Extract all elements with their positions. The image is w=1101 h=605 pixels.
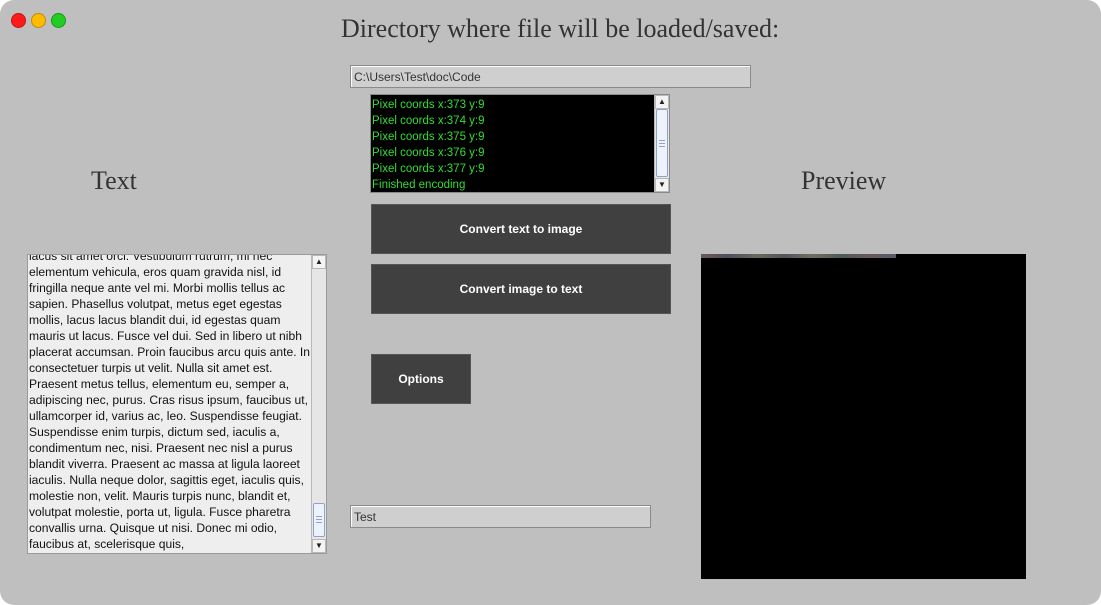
preview-heading: Preview [801,166,887,195]
console-scrollbar[interactable]: ▲ ▼ [654,95,669,192]
scroll-down-arrow-icon[interactable]: ▼ [655,178,669,192]
console-line: Pixel coords x:374 y:9 [372,115,485,127]
grip-line [659,140,665,141]
console-log[interactable]: Pixel coords x:373 y:9 Pixel coords x:37… [370,94,670,193]
console-line: Pixel coords x:377 y:9 [372,163,485,175]
options-button[interactable]: Options [371,354,471,404]
scroll-up-arrow-icon[interactable]: ▲ [312,255,326,269]
console-line: Finished encoding [372,179,466,191]
text-scroll-thumb[interactable] [313,503,325,537]
close-window-icon[interactable] [11,13,26,28]
text-scrollbar[interactable]: ▲ ▼ [311,255,326,553]
directory-path-field[interactable] [350,65,751,88]
text-input-area[interactable]: lacus sit amet orci. Vestibulum rutrum, … [27,254,327,554]
console-lines: Pixel coords x:373 y:9 Pixel coords x:37… [372,97,653,192]
encoded-pixels [701,254,896,258]
zoom-window-icon[interactable] [51,13,66,28]
directory-label: Directory where file will be loaded/save… [341,14,780,43]
console-line: Pixel coords x:373 y:9 [372,99,485,111]
console-line: Pixel coords x:375 y:9 [372,131,485,143]
text-heading: Text [91,166,137,195]
console-scroll-thumb[interactable] [656,109,668,177]
convert-text-to-image-button[interactable]: Convert text to image [371,204,671,254]
text-content: lacus sit amet orci. Vestibulum rutrum, … [29,254,310,551]
grip-line [659,143,665,144]
grip-line [316,516,322,517]
scroll-down-arrow-icon[interactable]: ▼ [312,539,326,553]
grip-line [659,146,665,147]
grip-line [316,522,322,523]
console-line: Pixel coords x:376 y:9 [372,147,485,159]
grip-line [316,519,322,520]
app-window: Directory where file will be loaded/save… [0,0,1101,605]
convert-image-to-text-button[interactable]: Convert image to text [371,264,671,314]
filename-field[interactable] [350,505,651,528]
preview-image [701,254,1026,579]
minimize-window-icon[interactable] [31,13,46,28]
scroll-up-arrow-icon[interactable]: ▲ [655,95,669,109]
